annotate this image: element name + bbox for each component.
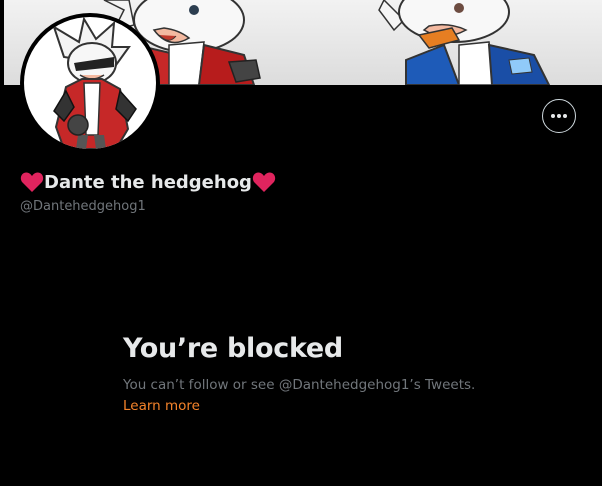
- red-heart-icon: [20, 172, 44, 192]
- display-name: Dante the hedgehog: [20, 169, 276, 195]
- profile-avatar[interactable]: [20, 13, 160, 153]
- avatar-image: [24, 17, 156, 149]
- profile-handle: @Dantehedgehog1: [20, 199, 146, 214]
- learn-more-link[interactable]: Learn more: [123, 398, 200, 414]
- more-options-button[interactable]: [542, 99, 576, 133]
- blocked-title: You’re blocked: [123, 333, 343, 364]
- red-heart-icon: [252, 172, 276, 192]
- blocked-description: You can’t follow or see @Dantehedgehog1’…: [123, 377, 476, 393]
- more-options-icon: [551, 114, 567, 118]
- display-name-text: Dante the hedgehog: [44, 171, 252, 193]
